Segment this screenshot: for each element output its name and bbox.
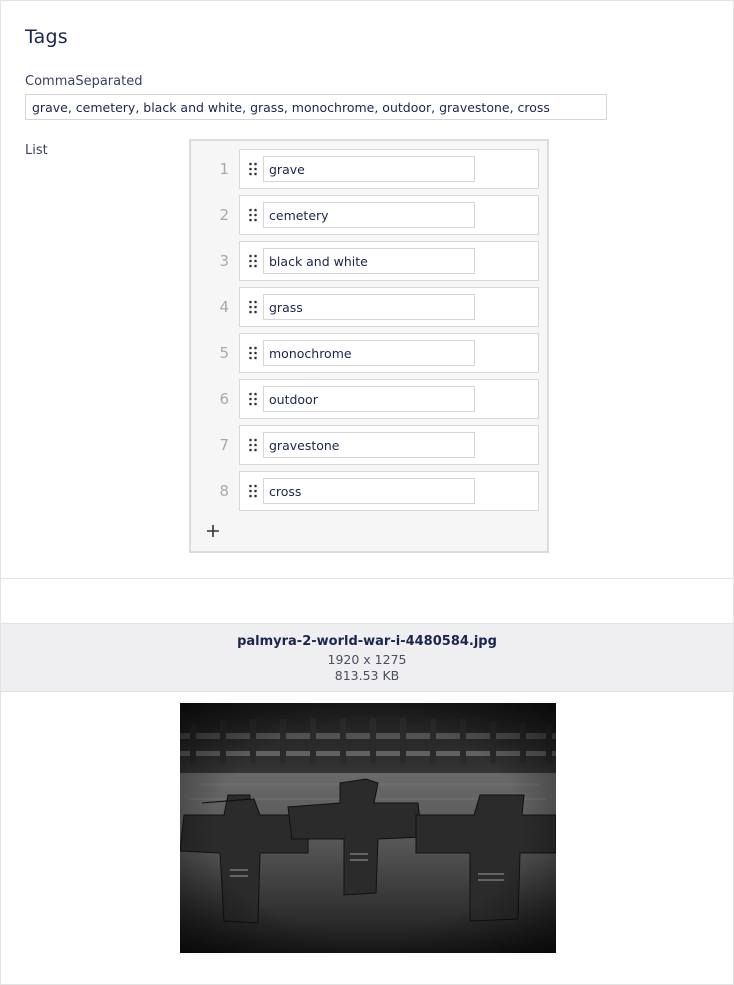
tag-input[interactable] — [263, 478, 475, 504]
list-label: List — [25, 143, 48, 158]
section-title: Tags — [25, 26, 68, 48]
image-preview — [180, 703, 556, 953]
list-item: 5 — [191, 333, 547, 373]
list-item-index: 3 — [219, 252, 229, 270]
list-item-card — [239, 471, 539, 511]
list-item-index: 7 — [219, 436, 229, 454]
list-item-card — [239, 195, 539, 235]
list-item-card — [239, 287, 539, 327]
list-item-index: 5 — [219, 344, 229, 362]
cemetery-photo — [180, 703, 556, 953]
drag-handle-icon[interactable] — [248, 392, 258, 406]
list-item-card — [239, 149, 539, 189]
list-item-card — [239, 333, 539, 373]
list-item-index: 2 — [219, 206, 229, 224]
tag-input[interactable] — [263, 156, 475, 182]
drag-handle-icon[interactable] — [248, 254, 258, 268]
tag-input[interactable] — [263, 202, 475, 228]
drag-handle-icon[interactable] — [248, 346, 258, 360]
file-name: palmyra-2-world-war-i-4480584.jpg — [237, 634, 497, 649]
list-item-index: 1 — [219, 160, 229, 178]
file-info-bar: palmyra-2-world-war-i-4480584.jpg 1920 x… — [1, 623, 733, 692]
section-divider — [1, 578, 733, 579]
tag-input[interactable] — [263, 386, 475, 412]
list-item: 1 — [191, 149, 547, 189]
comma-separated-label: CommaSeparated — [25, 74, 143, 89]
tag-input[interactable] — [263, 294, 475, 320]
list-item: 6 — [191, 379, 547, 419]
tag-input[interactable] — [263, 432, 475, 458]
comma-separated-input[interactable] — [25, 94, 607, 120]
list-item-index: 4 — [219, 298, 229, 316]
list-item: 3 — [191, 241, 547, 281]
list-item: 8 — [191, 471, 547, 511]
drag-handle-icon[interactable] — [248, 484, 258, 498]
list-item: 7 — [191, 425, 547, 465]
file-size: 813.53 KB — [334, 668, 400, 683]
drag-handle-icon[interactable] — [248, 300, 258, 314]
list-item-index: 6 — [219, 390, 229, 408]
file-dimensions: 1920 x 1275 — [327, 652, 407, 667]
list-item-card — [239, 241, 539, 281]
drag-handle-icon[interactable] — [248, 162, 258, 176]
list-item-card — [239, 425, 539, 465]
list-item: 4 — [191, 287, 547, 327]
list-item: 2 — [191, 195, 547, 235]
plus-icon[interactable] — [203, 521, 223, 541]
list-item-index: 8 — [219, 482, 229, 500]
list-item-card — [239, 379, 539, 419]
drag-handle-icon[interactable] — [248, 208, 258, 222]
tag-input[interactable] — [263, 248, 475, 274]
tag-input[interactable] — [263, 340, 475, 366]
drag-handle-icon[interactable] — [248, 438, 258, 452]
tags-panel: Tags CommaSeparated List 1 2 3 — [0, 0, 734, 985]
tag-list: 1 2 3 4 — [189, 139, 549, 553]
